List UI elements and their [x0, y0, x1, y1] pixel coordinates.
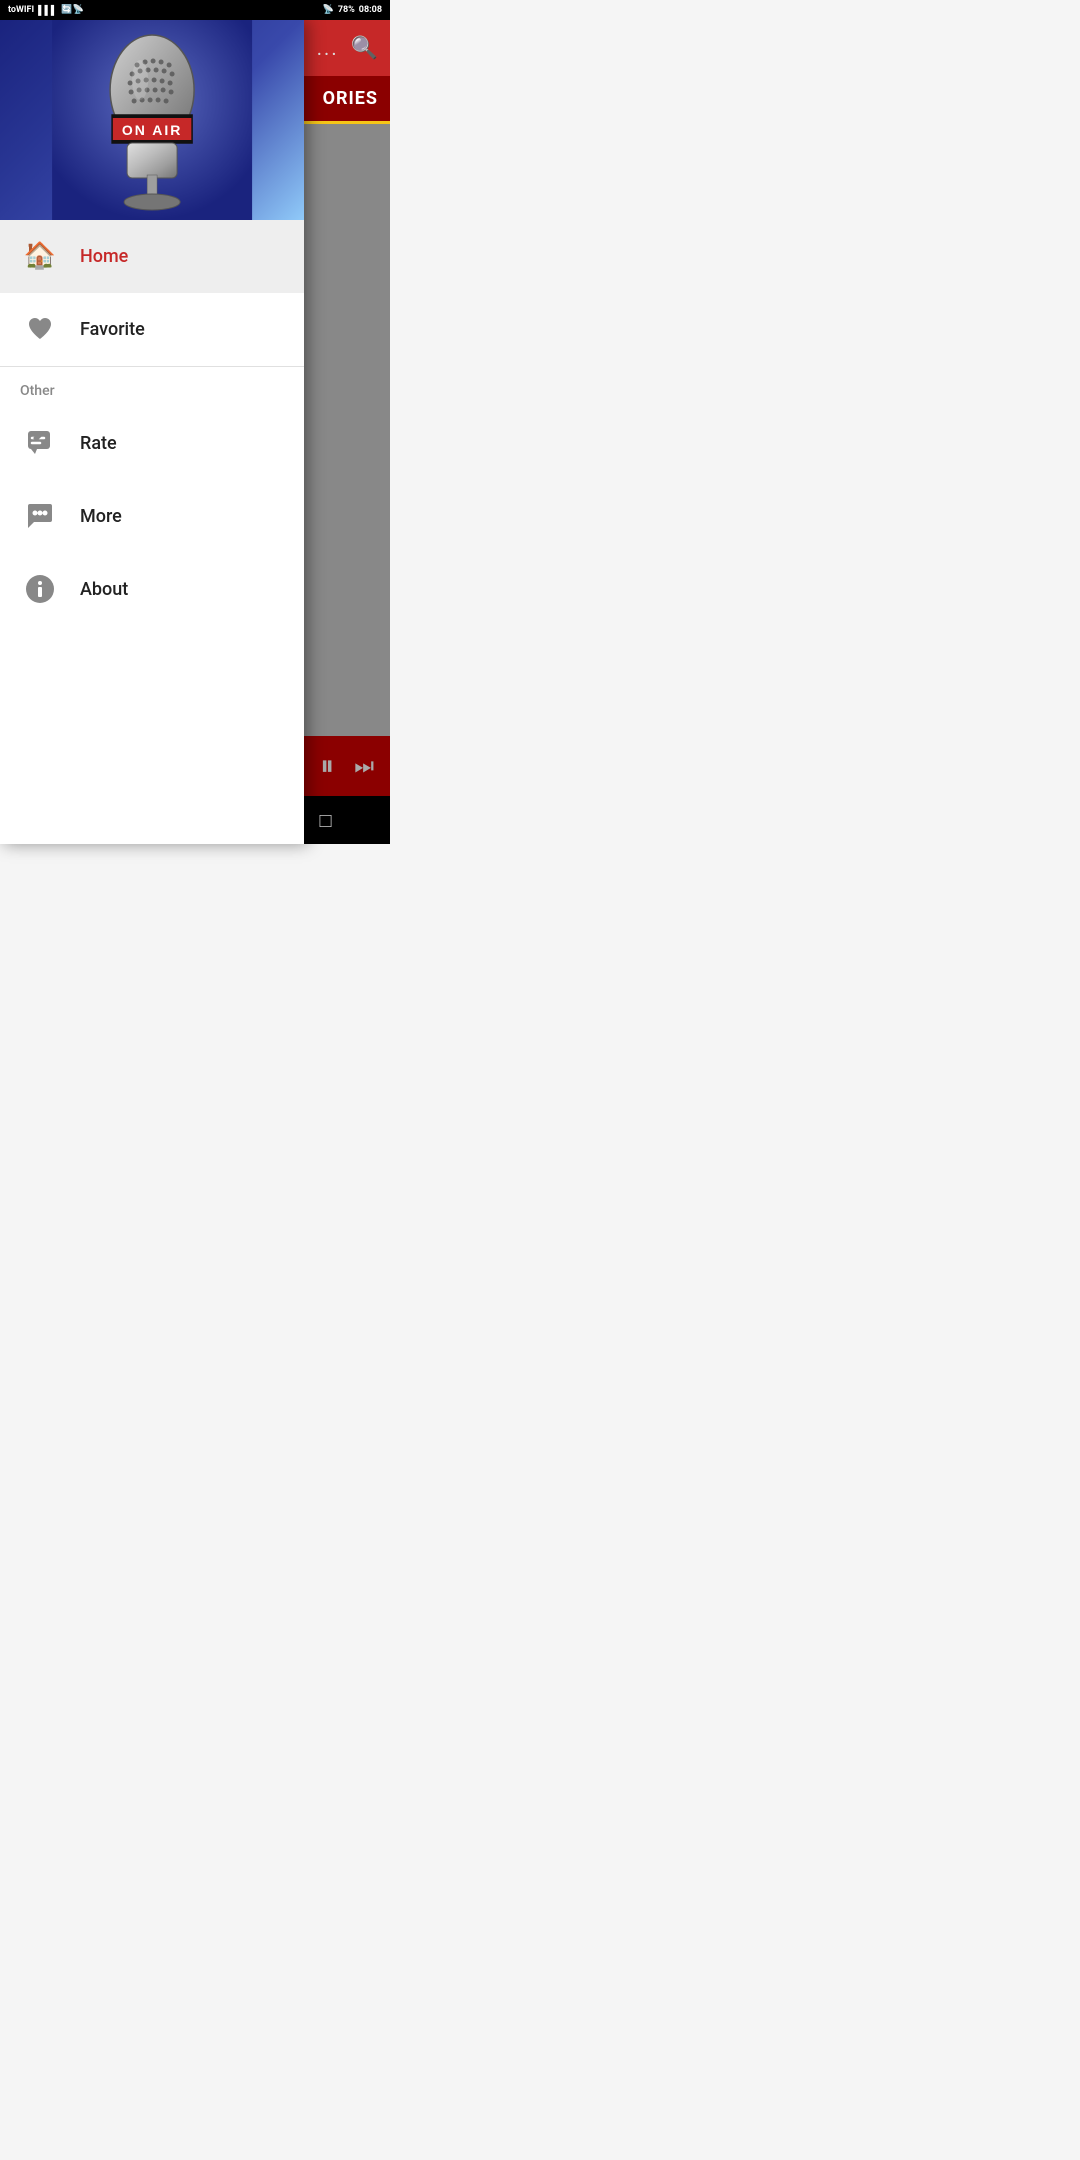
- drawer-hero: ON AIR: [0, 20, 304, 220]
- svg-text:ON AIR: ON AIR: [122, 122, 182, 138]
- recent-button[interactable]: □: [319, 808, 331, 833]
- next-button[interactable]: ⏭: [354, 754, 374, 779]
- menu-item-home[interactable]: 🏠 Home: [0, 220, 304, 293]
- cast-icon: 📡: [323, 5, 334, 15]
- navigation-drawer: ON AIR 🏠 Home: [0, 20, 304, 844]
- clock: 08:08: [359, 5, 382, 15]
- pause-button[interactable]: ⏸: [320, 749, 334, 783]
- home-icon-container: 🏠: [20, 236, 60, 276]
- favorite-label: Favorite: [80, 319, 145, 340]
- heart-icon: [26, 315, 54, 343]
- more-icon: [24, 500, 56, 532]
- info-icon: [24, 573, 56, 605]
- status-bar: toWIFI ▌▌▌ 🔄📡 📡 78% 08:08: [0, 0, 390, 20]
- about-label: About: [80, 579, 128, 600]
- other-section-header: Other: [0, 367, 304, 407]
- rate-icon: [25, 428, 55, 458]
- categories-label: ORIES: [323, 88, 378, 109]
- drawer-menu: 🏠 Home Favorite Other: [0, 220, 304, 844]
- status-bar-right: 📡 78% 08:08: [323, 5, 382, 15]
- menu-item-more[interactable]: More: [0, 480, 304, 553]
- about-icon-container: [20, 569, 60, 609]
- signal-bars: ▌▌▌: [38, 5, 57, 16]
- search-icon[interactable]: 🔍: [351, 36, 378, 61]
- menu-item-favorite[interactable]: Favorite: [0, 293, 304, 366]
- rate-icon-container: [20, 423, 60, 463]
- battery-level: 78%: [338, 5, 355, 15]
- status-bar-left: toWIFI ▌▌▌ 🔄📡: [8, 5, 84, 16]
- wifi-label: toWIFI: [8, 5, 34, 15]
- microphone-illustration: ON AIR: [0, 20, 304, 220]
- menu-item-rate[interactable]: Rate: [0, 407, 304, 480]
- network-icons: 🔄📡: [61, 5, 83, 15]
- home-label: Home: [80, 246, 128, 267]
- rate-label: Rate: [80, 433, 117, 454]
- menu-item-about[interactable]: About: [0, 553, 304, 626]
- more-label: More: [80, 506, 122, 527]
- app-container: ... 🔍 ORIES ⏸ ⏭ ◁ ○ □: [0, 20, 390, 844]
- header-more-icon[interactable]: ...: [317, 36, 339, 60]
- more-icon-container: [20, 496, 60, 536]
- home-icon: 🏠: [24, 241, 56, 271]
- heart-icon-container: [20, 309, 60, 349]
